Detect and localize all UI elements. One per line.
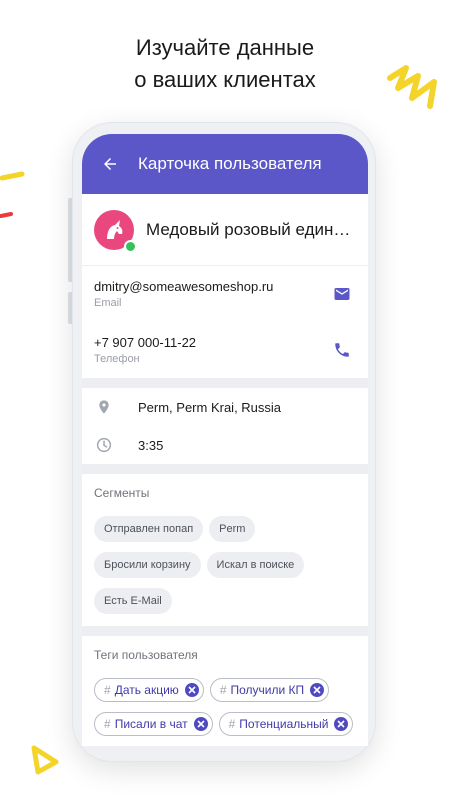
arrow-left-icon[interactable]	[98, 152, 122, 176]
tag-chip[interactable]: # Получили КП	[209, 678, 330, 702]
page-title: Карточка пользователя	[138, 154, 322, 173]
tags-chips: # Дать акцию # Получили КП # Писали в ча…	[94, 678, 356, 736]
profile-header: Медовый розовый единорог	[82, 194, 368, 266]
red-stroke-decoration	[0, 212, 13, 218]
avatar	[94, 209, 137, 253]
phone-row[interactable]: +7 907 000-11-22 Телефон	[82, 322, 368, 378]
segment-chip[interactable]: Есть E-Mail	[94, 588, 172, 614]
tag-chip[interactable]: # Дать акцию	[94, 678, 204, 702]
headline-line-2: о ваших клиентах	[134, 67, 316, 92]
section-divider	[82, 378, 368, 388]
email-label: Email	[94, 297, 122, 309]
headline: Изучайте данные о ваших клиентах	[0, 32, 450, 96]
remove-tag-icon[interactable]	[334, 717, 349, 731]
location-time-card: Perm, Perm Krai, Russia 3:35	[82, 388, 368, 464]
segments-title: Сегменты	[94, 486, 150, 500]
tag-chip[interactable]: # Писали в чат	[94, 712, 213, 736]
phone-label: Телефон	[94, 353, 140, 365]
hash-icon: #	[104, 717, 111, 731]
segment-chip[interactable]: Бросили корзину	[94, 552, 201, 578]
app-bar: Карточка пользователя	[82, 134, 368, 194]
location-row: Perm, Perm Krai, Russia	[82, 388, 368, 426]
remove-tag-icon[interactable]	[310, 683, 325, 697]
tag-label: Потенциальный	[239, 717, 329, 731]
tag-label: Получили КП	[230, 683, 305, 697]
hash-icon: #	[228, 717, 236, 731]
hash-icon: #	[219, 683, 227, 697]
segments-section: Сегменты Отправлен попап Perm Бросили ко…	[82, 474, 368, 626]
mail-icon[interactable]	[330, 282, 354, 306]
user-name: Медовый розовый единорог	[146, 219, 356, 239]
tags-title: Теги пользователя	[94, 648, 198, 662]
unicorn-icon	[107, 219, 123, 239]
yellow-stroke-decoration	[0, 171, 25, 181]
email-row[interactable]: dmitry@someawesomeshop.ru Email	[82, 266, 368, 322]
segment-chip[interactable]: Perm	[209, 516, 256, 542]
contact-card: Медовый розовый единорог dmitry@someawes…	[82, 194, 368, 378]
section-divider	[82, 464, 368, 474]
tag-label: Дать акцию	[114, 683, 179, 697]
location-pin-icon	[94, 397, 114, 417]
time-row: 3:35	[82, 426, 368, 464]
segment-chip[interactable]: Искал в поиске	[206, 552, 305, 578]
yellow-zigzag-decoration	[387, 65, 437, 109]
location-text: Perm, Perm Krai, Russia	[138, 399, 282, 415]
hash-icon: #	[104, 683, 111, 697]
time-text: 3:35	[138, 437, 164, 453]
headline-line-1: Изучайте данные	[135, 35, 315, 60]
segments-chips: Отправлен попап Perm Бросили корзину Иск…	[94, 516, 356, 614]
tag-label: Писали в чат	[114, 717, 188, 731]
phone-value: +7 907 000-11-22	[94, 335, 197, 350]
yellow-triangle-decoration	[31, 745, 59, 775]
tag-chip[interactable]: # Потенциальный	[218, 712, 354, 736]
remove-tag-icon[interactable]	[193, 717, 208, 731]
segment-chip[interactable]: Отправлен попап	[94, 516, 204, 542]
phone-icon[interactable]	[330, 338, 354, 362]
section-divider	[82, 626, 368, 636]
online-status-dot	[124, 239, 137, 253]
remove-tag-icon[interactable]	[184, 683, 199, 697]
email-value: dmitry@someawesomeshop.ru	[94, 279, 274, 294]
tags-section: Теги пользователя # Дать акцию # Получил…	[82, 636, 368, 746]
clock-icon	[94, 435, 114, 455]
phone-screen: Карточка пользователя Медовый розовый ед…	[82, 134, 368, 746]
